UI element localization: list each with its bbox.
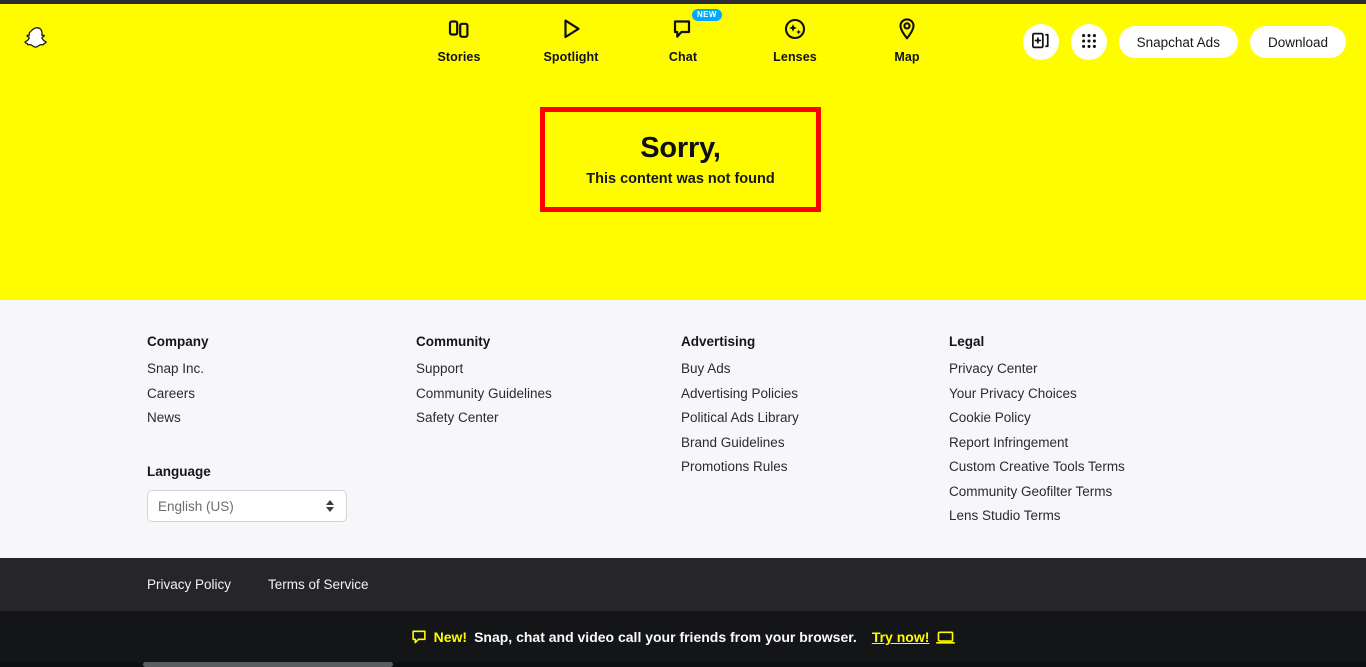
footer-heading-legal: Legal bbox=[949, 334, 985, 349]
footer-link-careers[interactable]: Careers bbox=[147, 386, 195, 401]
language-label: Language bbox=[147, 464, 211, 479]
error-subtitle: This content was not found bbox=[586, 171, 775, 187]
chat-new-badge: NEW bbox=[692, 9, 722, 21]
chat-bubble-outline-icon bbox=[411, 629, 427, 645]
stories-icon bbox=[446, 12, 472, 46]
lenses-sparkle-icon bbox=[782, 12, 808, 46]
apps-grid-button[interactable] bbox=[1070, 24, 1107, 60]
hero-section: Stories Spotlight NEW Chat Lenses Map Sn… bbox=[0, 4, 1366, 300]
footer-link-report-infringement[interactable]: Report Infringement bbox=[949, 435, 1068, 450]
language-select[interactable]: English (US) bbox=[147, 490, 347, 522]
add-to-story-button[interactable] bbox=[1022, 24, 1059, 60]
nav-label-stories: Stories bbox=[437, 50, 481, 64]
legal-link-privacy-policy[interactable]: Privacy Policy bbox=[147, 577, 231, 592]
legal-link-terms-of-service[interactable]: Terms of Service bbox=[268, 577, 369, 592]
footer-section: Company Snap Inc. Careers News Community… bbox=[0, 300, 1366, 558]
horizontal-scrollbar-track[interactable] bbox=[0, 662, 1366, 667]
footer-column-advertising: Advertising Buy Ads Advertising Policies… bbox=[681, 334, 949, 533]
footer-link-support[interactable]: Support bbox=[416, 361, 463, 376]
language-selector-block: Language English (US) bbox=[147, 464, 347, 522]
promo-new-label: New! bbox=[433, 629, 468, 645]
footer-link-buy-ads[interactable]: Buy Ads bbox=[681, 361, 731, 376]
content-not-found-message: Sorry, This content was not found bbox=[540, 107, 821, 212]
spotlight-play-icon bbox=[558, 12, 584, 46]
error-title: Sorry, bbox=[640, 132, 721, 164]
nav-item-spotlight[interactable]: Spotlight bbox=[532, 12, 610, 64]
promo-try-now-link[interactable]: Try now! bbox=[872, 629, 930, 645]
laptop-icon bbox=[936, 630, 956, 645]
snapchat-ghost-icon bbox=[24, 26, 50, 57]
page-root: Stories Spotlight NEW Chat Lenses Map Sn… bbox=[0, 0, 1366, 667]
grid-dots-icon bbox=[1080, 32, 1098, 53]
snapchat-ads-button[interactable]: Snapchat Ads bbox=[1118, 26, 1238, 58]
add-card-icon bbox=[1031, 31, 1050, 53]
nav-label-lenses: Lenses bbox=[773, 50, 817, 64]
nav-item-lenses[interactable]: Lenses bbox=[756, 12, 834, 64]
footer-heading-advertising: Advertising bbox=[681, 334, 756, 349]
select-spinner-icon bbox=[326, 500, 334, 512]
footer-link-snap-inc[interactable]: Snap Inc. bbox=[147, 361, 204, 376]
footer-link-brand-guidelines[interactable]: Brand Guidelines bbox=[681, 435, 785, 450]
footer-link-cookie-policy[interactable]: Cookie Policy bbox=[949, 410, 1031, 425]
snapchat-logo-button[interactable] bbox=[22, 26, 52, 56]
language-selected-value: English (US) bbox=[158, 498, 234, 514]
promo-message: Snap, chat and video call your friends f… bbox=[474, 629, 857, 645]
footer-heading-company: Company bbox=[147, 334, 209, 349]
footer-link-safety-center[interactable]: Safety Center bbox=[416, 410, 499, 425]
legal-bar: Privacy Policy Terms of Service bbox=[0, 558, 1366, 611]
download-button[interactable]: Download bbox=[1249, 26, 1346, 58]
footer-column-community: Community Support Community Guidelines S… bbox=[416, 334, 681, 533]
footer-link-privacy-center[interactable]: Privacy Center bbox=[949, 361, 1038, 376]
footer-link-political-ads-library[interactable]: Political Ads Library bbox=[681, 410, 799, 425]
nav-label-spotlight: Spotlight bbox=[543, 50, 599, 64]
nav-item-stories[interactable]: Stories bbox=[420, 12, 498, 64]
map-pin-icon bbox=[894, 12, 920, 46]
nav-item-chat[interactable]: NEW Chat bbox=[644, 9, 722, 64]
legal-bar-links: Privacy Policy Terms of Service bbox=[147, 577, 369, 592]
footer-link-community-geofilter-terms[interactable]: Community Geofilter Terms bbox=[949, 484, 1112, 499]
footer-link-advertising-policies[interactable]: Advertising Policies bbox=[681, 386, 798, 401]
nav-label-chat: Chat bbox=[668, 50, 698, 64]
footer-link-community-guidelines[interactable]: Community Guidelines bbox=[416, 386, 552, 401]
promo-banner: New! Snap, chat and video call your frie… bbox=[0, 611, 1366, 663]
footer-link-your-privacy-choices[interactable]: Your Privacy Choices bbox=[949, 386, 1077, 401]
footer-link-lens-studio-terms[interactable]: Lens Studio Terms bbox=[949, 508, 1061, 523]
nav-item-map[interactable]: Map bbox=[868, 12, 946, 64]
chat-bubble-icon: NEW bbox=[670, 9, 722, 46]
horizontal-scrollbar-thumb[interactable] bbox=[143, 662, 393, 667]
footer-column-legal: Legal Privacy Center Your Privacy Choice… bbox=[949, 334, 1209, 533]
footer-link-promotions-rules[interactable]: Promotions Rules bbox=[681, 459, 788, 474]
footer-heading-community: Community bbox=[416, 334, 491, 349]
nav-right-controls: Snapchat Ads Download bbox=[1022, 24, 1346, 60]
footer-link-news[interactable]: News bbox=[147, 410, 181, 425]
nav-label-map: Map bbox=[894, 50, 920, 64]
footer-link-custom-creative-tools-terms[interactable]: Custom Creative Tools Terms bbox=[949, 459, 1125, 474]
